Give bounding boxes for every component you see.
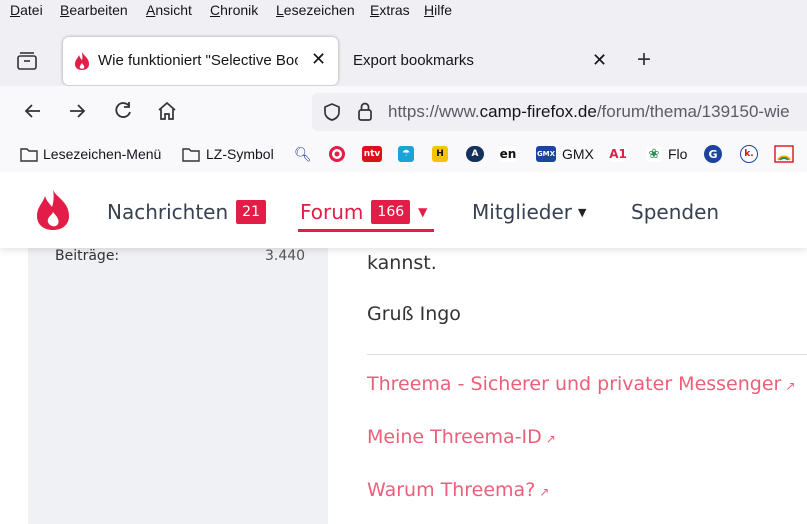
tab-close-icon[interactable]: ✕	[311, 49, 326, 70]
nav-messages[interactable]: Nachrichten 21	[107, 200, 266, 224]
a1-icon: A1	[609, 146, 627, 162]
menu-bookmarks[interactable]: Lesezeichen	[276, 2, 355, 18]
nav-toolbar: https://www.camp-firefox.de/forum/thema/…	[0, 86, 807, 136]
bookmark-gmx[interactable]: GMX GMX	[536, 144, 594, 164]
caret-down-icon: ▼	[578, 205, 587, 219]
bookmark-g[interactable]: G	[704, 144, 722, 164]
tab-overview-icon[interactable]	[16, 50, 38, 72]
posts-count: 3.440	[265, 248, 306, 264]
flame-favicon-icon	[73, 51, 91, 76]
signature-link-threema-id[interactable]: Meine Threema-ID ↗	[367, 426, 556, 448]
menu-history[interactable]: Chronik	[210, 2, 258, 18]
bookmark-rainbow[interactable]	[774, 144, 794, 164]
menu-tools[interactable]: Extras	[370, 2, 410, 18]
shield-icon[interactable]	[322, 102, 342, 127]
h-icon: H	[432, 146, 448, 162]
home-icon[interactable]	[156, 100, 178, 127]
caret-down-icon: ▼	[418, 205, 428, 219]
weather-icon: ☂	[398, 146, 414, 162]
rainbow-icon	[774, 145, 794, 163]
url-text[interactable]: https://www.camp-firefox.de/forum/thema/…	[388, 102, 790, 122]
tab-strip: Wie funktioniert "Selective Bookmarks Ex…	[0, 24, 807, 86]
bookmark-h[interactable]: H	[432, 144, 448, 164]
reload-icon[interactable]	[112, 100, 134, 127]
bookmark-search[interactable]: 🔍︎	[294, 144, 312, 164]
ntv-icon: ntv	[362, 146, 382, 162]
tab-active[interactable]: Wie funktioniert "Selective Bookmarks Ex…	[63, 37, 338, 85]
web-page: Beiträge: 3.440 kannst. Gruß Ingo Threem…	[0, 172, 807, 524]
menu-edit[interactable]: Bearbeiten	[60, 2, 128, 18]
url-bar[interactable]: https://www.camp-firefox.de/forum/thema/…	[312, 93, 807, 131]
en-icon: en	[499, 146, 517, 162]
site-header: Nachrichten 21 Forum 166 ▼ Mitglieder ▼ …	[0, 172, 807, 248]
leaf-icon: ❀	[646, 146, 662, 162]
nav-donate[interactable]: Spenden	[631, 200, 719, 224]
new-tab-icon[interactable]: +	[637, 46, 651, 74]
bookmark-a1[interactable]: A1	[609, 144, 627, 164]
tab-title: Wie funktioniert "Selective Bookmarks Ex…	[98, 52, 298, 69]
lock-icon[interactable]	[356, 101, 374, 128]
bookmark-en[interactable]: en	[500, 144, 516, 164]
k-icon: k.	[740, 145, 758, 163]
folder-icon	[182, 148, 200, 162]
g-icon: G	[704, 145, 722, 163]
nav-forum[interactable]: Forum 166 ▼	[300, 200, 427, 224]
post-text-line: kannst.	[367, 252, 437, 274]
magnifier-icon: 🔍︎	[294, 145, 312, 162]
bookmark-ntv[interactable]: ntv	[362, 144, 382, 164]
messages-count-badge: 21	[236, 200, 266, 224]
tab-export-title[interactable]: Export bookmarks	[353, 52, 474, 69]
posts-label: Beiträge:	[55, 248, 120, 264]
circle-logo-icon: A	[466, 146, 484, 162]
bookmark-k[interactable]: k.	[740, 144, 758, 164]
signature-link-threema[interactable]: Threema - Sicherer und privater Messenge…	[367, 373, 795, 395]
bookmark-menu-item[interactable]: Lesezeichen-Menü	[20, 144, 161, 164]
gmx-icon: GMX	[536, 146, 556, 162]
menu-bar: Datei Bearbeiten Ansicht Chronik Lesezei…	[0, 0, 807, 24]
external-link-icon: ↗	[539, 485, 550, 499]
menu-file[interactable]: Datei	[10, 2, 43, 18]
menu-help[interactable]: Hilfe	[424, 2, 452, 18]
folder-icon	[20, 148, 38, 162]
bookmarks-toolbar: Lesezeichen-Menü LZ-Symbol 🔍︎ ntv ☂ H A …	[0, 136, 807, 172]
bookmark-adac[interactable]: A	[466, 144, 484, 164]
bookmark-target[interactable]	[328, 144, 346, 164]
tab-close-icon[interactable]: ✕	[592, 50, 607, 71]
forward-icon[interactable]	[66, 100, 88, 127]
post-greeting: Gruß Ingo	[367, 303, 461, 325]
signature-divider	[367, 354, 807, 355]
target-icon	[329, 146, 345, 162]
nav-members[interactable]: Mitglieder ▼	[472, 200, 586, 224]
back-icon[interactable]	[22, 100, 44, 127]
bookmark-folder-lz[interactable]: LZ-Symbol	[182, 144, 274, 164]
active-nav-underline	[298, 229, 434, 232]
bookmark-flo[interactable]: ❀ Flo	[646, 144, 687, 164]
signature-link-why-threema[interactable]: Warum Threema? ↗	[367, 479, 549, 501]
external-link-icon: ↗	[545, 432, 556, 446]
external-link-icon: ↗	[785, 379, 796, 393]
menu-view[interactable]: Ansicht	[146, 2, 192, 18]
forum-count-badge: 166	[371, 200, 411, 224]
site-logo-flame-icon[interactable]	[32, 188, 74, 236]
bookmark-wetter[interactable]: ☂	[398, 144, 414, 164]
